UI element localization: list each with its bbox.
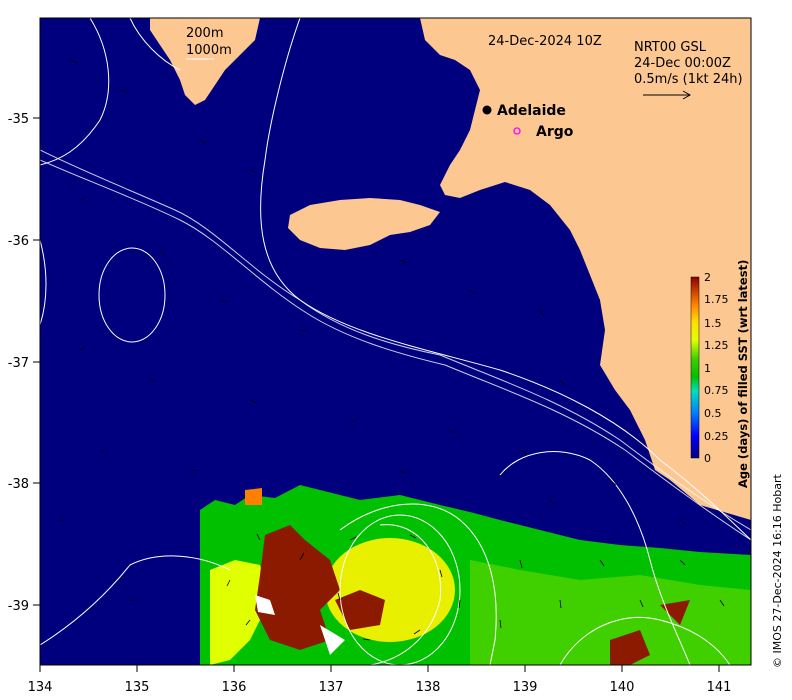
current-time: 24-Dec 00:00Z [634,56,731,71]
colorbar-tick-label: 1.75 [704,293,729,306]
current-source: NRT00 GSL [634,40,707,55]
colorbar-tick-label: 1.25 [704,339,729,352]
x-tick-label: 138 [416,680,441,695]
x-tick-label: 135 [125,680,150,695]
adelaide-label: Adelaide [497,103,566,119]
colorbar-tick-label: 0 [704,452,711,465]
colorbar-tick-label: 0.25 [704,430,729,443]
x-tick-label: 137 [319,680,344,695]
colorbar-title: Age (days) of filled SST (wrt latest) [736,260,750,488]
colorbar [690,276,700,459]
isobath-label-1000m: 1000m [186,43,232,58]
sst-age-map: 134 135 136 137 138 139 140 141 -35 -36 … [8,17,784,695]
adelaide-marker [482,105,492,115]
y-tick-label: -35 [8,112,29,127]
colorbar-tick-label: 1.5 [704,317,722,330]
credit-label: © IMOS 27-Dec-2024 16:16 Hobart [771,473,784,668]
y-tick-label: -37 [8,356,29,371]
y-tick-label: -39 [8,599,29,614]
x-tick-label: 136 [222,680,247,695]
argo-label: Argo [536,124,574,140]
y-axis [33,117,40,606]
colorbar-tick-label: 0.75 [704,384,729,397]
colorbar-tick-label: 0.5 [704,407,722,420]
colorbar-tick-label: 2 [704,271,711,284]
date-label: 24-Dec-2024 10Z [488,34,602,49]
x-tick-label: 139 [513,680,538,695]
colorbar-tick-label: 1 [704,362,711,375]
x-tick-label: 141 [707,680,732,695]
x-axis [39,665,720,672]
y-tick-label: -36 [8,234,29,249]
x-tick-label: 140 [610,680,635,695]
current-scale: 0.5m/s (1kt 24h) [634,72,743,87]
y-tick-label: -38 [8,477,29,492]
x-tick-label: 134 [28,680,53,695]
isobath-label-200m: 200m [186,26,223,41]
